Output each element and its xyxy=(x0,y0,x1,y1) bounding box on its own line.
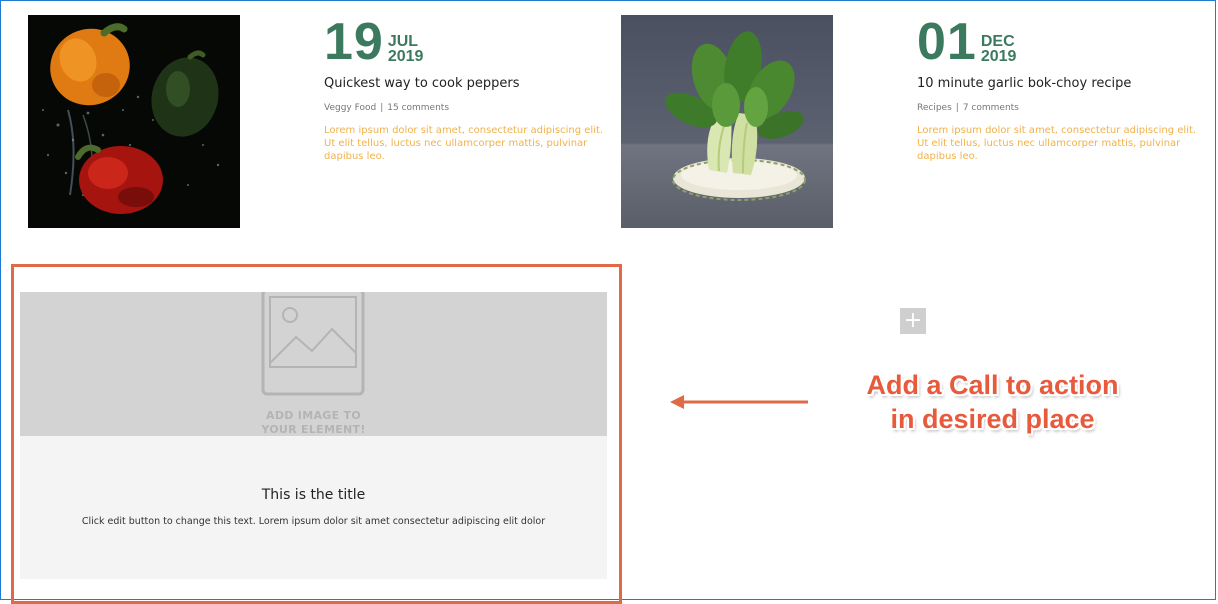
post-categories: Recipes | 7 comments xyxy=(917,103,1199,113)
post-comments-link[interactable]: 7 comments xyxy=(963,103,1019,113)
post-date: 01 DEC 2019 xyxy=(917,13,1199,71)
post-title[interactable]: Quickest way to cook peppers xyxy=(324,76,606,91)
annotation-callout: Add a Call to action in desired place xyxy=(820,368,1165,436)
post-month: JUL xyxy=(387,33,419,50)
post-categories: Veggy Food | 15 comments xyxy=(324,103,606,113)
post-day: 19 xyxy=(324,13,384,71)
post-date: 19 JUL 2019 xyxy=(324,13,606,71)
post-day: 01 xyxy=(917,13,977,71)
annotation-line2: in desired place xyxy=(890,404,1095,434)
image-placeholder-icon xyxy=(261,292,365,396)
post-year: 2019 xyxy=(980,48,1017,65)
annotation-arrow-icon xyxy=(670,395,808,409)
post-month: DEC xyxy=(980,33,1015,50)
post-excerpt: Lorem ipsum dolor sit amet, consectetur … xyxy=(324,125,604,162)
meta-separator: | xyxy=(380,103,384,113)
post-category-link[interactable]: Recipes xyxy=(917,103,952,113)
cta-title[interactable]: This is the title xyxy=(20,487,607,503)
post-card-1: 19 JUL 2019 Quickest way to cook peppers… xyxy=(324,14,606,163)
cta-text[interactable]: Click edit button to change this text. L… xyxy=(20,516,607,527)
post-category-link[interactable]: Veggy Food xyxy=(324,103,376,113)
cta-image-placeholder[interactable]: ADD IMAGE TO YOUR ELEMENT! xyxy=(20,292,607,436)
post-comments-link[interactable]: 15 comments xyxy=(387,103,449,113)
annotation-line1: Add a Call to action xyxy=(866,370,1119,400)
image-placeholder-line1: ADD IMAGE TO xyxy=(266,409,361,422)
image-placeholder-label: ADD IMAGE TO YOUR ELEMENT! xyxy=(20,409,607,436)
post-year: 2019 xyxy=(387,48,424,65)
post-image-bok-choy[interactable] xyxy=(621,15,833,228)
post-title[interactable]: 10 minute garlic bok-choy recipe xyxy=(917,76,1199,91)
cta-content[interactable]: This is the title Click edit button to c… xyxy=(20,436,607,579)
post-month-year: DEC 2019 xyxy=(980,33,1017,65)
post-card-2: 01 DEC 2019 10 minute garlic bok-choy re… xyxy=(917,14,1199,163)
image-placeholder-line2: YOUR ELEMENT! xyxy=(261,423,366,436)
post-image-peppers[interactable] xyxy=(28,15,240,228)
post-month-year: JUL 2019 xyxy=(387,33,424,65)
meta-separator: | xyxy=(955,103,959,113)
post-excerpt: Lorem ipsum dolor sit amet, consectetur … xyxy=(917,125,1197,162)
add-element-button[interactable]: + xyxy=(900,308,926,334)
